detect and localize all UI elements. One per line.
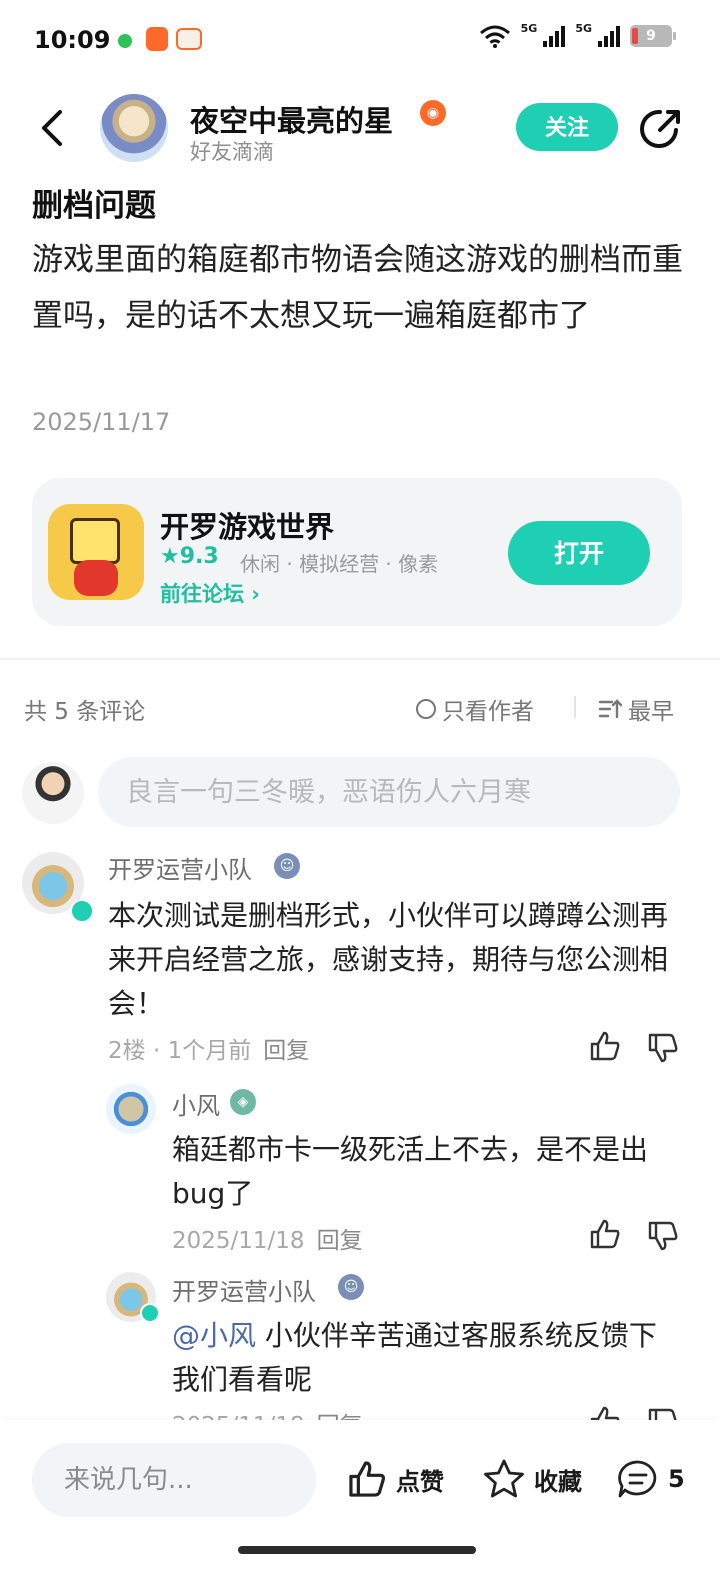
game-rating: ★9.3: [160, 544, 219, 569]
star-icon: [484, 1459, 524, 1498]
wifi-icon: [479, 25, 510, 48]
forum-link[interactable]: 前往论坛 ›: [160, 578, 260, 608]
ops-badge-icon: ☺: [274, 853, 300, 879]
post-date: 2025/11/17: [32, 408, 171, 436]
reply-button[interactable]: 回复: [263, 1038, 309, 1064]
thumbs-up-icon[interactable]: [588, 1217, 622, 1251]
mention-link[interactable]: @小风: [172, 1319, 256, 1352]
author-avatar[interactable]: [100, 94, 168, 162]
comment-meta: 2楼 · 1个月前 回复: [108, 1031, 309, 1065]
comment-icon: [618, 1460, 657, 1498]
thumbs-up-icon: [349, 1461, 385, 1497]
home-indicator[interactable]: [238, 1546, 476, 1554]
thumbs-down-icon[interactable]: [646, 1219, 680, 1253]
commenter-name[interactable]: 开罗运营小队: [172, 1272, 316, 1307]
wechat-status-icon: [118, 34, 132, 48]
my-avatar: [22, 762, 84, 824]
verified-badge-icon: [70, 899, 94, 923]
share-icon[interactable]: [638, 106, 684, 152]
comment-date: 2025/11/18: [172, 1228, 305, 1254]
game-mascot-body: [74, 560, 118, 596]
author-name[interactable]: 夜空中最亮的星: [190, 98, 393, 140]
game-app-icon[interactable]: [48, 504, 144, 600]
circle-icon: [416, 699, 436, 719]
header-separator: [574, 696, 576, 718]
favorite-button[interactable]: 收藏: [482, 1458, 582, 1500]
commenter-name[interactable]: 小风: [172, 1086, 220, 1121]
thumbs-up-icon[interactable]: [588, 1029, 622, 1063]
battery-icon: 9: [630, 25, 676, 47]
signal-icon-2: [598, 25, 620, 47]
open-game-button[interactable]: 打开: [508, 521, 650, 585]
verified-badge-icon: [140, 1303, 160, 1323]
comment-meta: 2025/11/18 回复: [172, 1221, 363, 1255]
sort-icon: [598, 699, 622, 719]
comment-input[interactable]: [98, 757, 680, 827]
network-label-1: 5G: [520, 21, 538, 35]
like-label: 点赞: [396, 1467, 444, 1496]
ops-badge-icon: ☺: [338, 1274, 364, 1300]
follow-button[interactable]: 关注: [516, 103, 618, 151]
comment-floor-time: 2楼 · 1个月前: [108, 1038, 252, 1064]
section-divider: [0, 658, 720, 660]
game-mascot-face: [70, 518, 120, 564]
commenter-name[interactable]: 开罗运营小队: [108, 850, 252, 885]
author-only-toggle[interactable]: 只看作者: [416, 692, 534, 726]
app-notification-icon-2: [176, 28, 202, 50]
comment-text: 本次测试是删档形式，小伙伴可以蹲蹲公测再来开启经营之旅，感谢支持，期待与您公测相…: [108, 899, 669, 1020]
author-only-label: 只看作者: [442, 699, 534, 725]
signal-icon-1: [543, 25, 566, 47]
bottom-comment-input[interactable]: 来说几句...: [32, 1443, 316, 1517]
like-button[interactable]: 点赞: [346, 1458, 444, 1500]
level-badge-icon: ◈: [230, 1089, 256, 1115]
thumbs-down-icon[interactable]: [646, 1031, 680, 1065]
comment-button[interactable]: 5: [616, 1458, 685, 1500]
commenter-avatar[interactable]: [106, 1084, 156, 1134]
comment-text: @小风 小伙伴辛苦通过客服系统反馈下我们看看呢: [172, 1314, 672, 1402]
post-title: 删档问题: [32, 188, 156, 224]
post-body: 游戏里面的箱庭都市物语会随这游戏的删档而重置吗，是的话不太想又玩一遍箱庭都市了: [32, 242, 683, 334]
orange-badge-icon: ◉: [420, 100, 446, 126]
sort-button[interactable]: 最早: [598, 692, 674, 726]
app-notification-icon: [146, 27, 168, 51]
author-subtitle: 好友滴滴: [190, 140, 274, 164]
comment-text: 箱廷都市卡一级死活上不去，是不是出bug了: [172, 1133, 649, 1210]
network-label-2: 5G: [575, 21, 592, 35]
back-icon[interactable]: [38, 108, 68, 148]
favorite-label: 收藏: [534, 1467, 582, 1496]
reply-button[interactable]: 回复: [317, 1228, 363, 1254]
sort-label: 最早: [628, 699, 674, 725]
status-indicators: 5G 5G 9: [479, 21, 676, 48]
comment-count-badge: 5: [668, 1465, 685, 1493]
game-tags: 休闲 · 模拟经营 · 像素: [240, 552, 439, 576]
comment-count: 共 5 条评论: [24, 699, 146, 725]
status-time: 10:09: [34, 26, 111, 54]
game-name[interactable]: 开罗游戏世界: [160, 504, 334, 546]
